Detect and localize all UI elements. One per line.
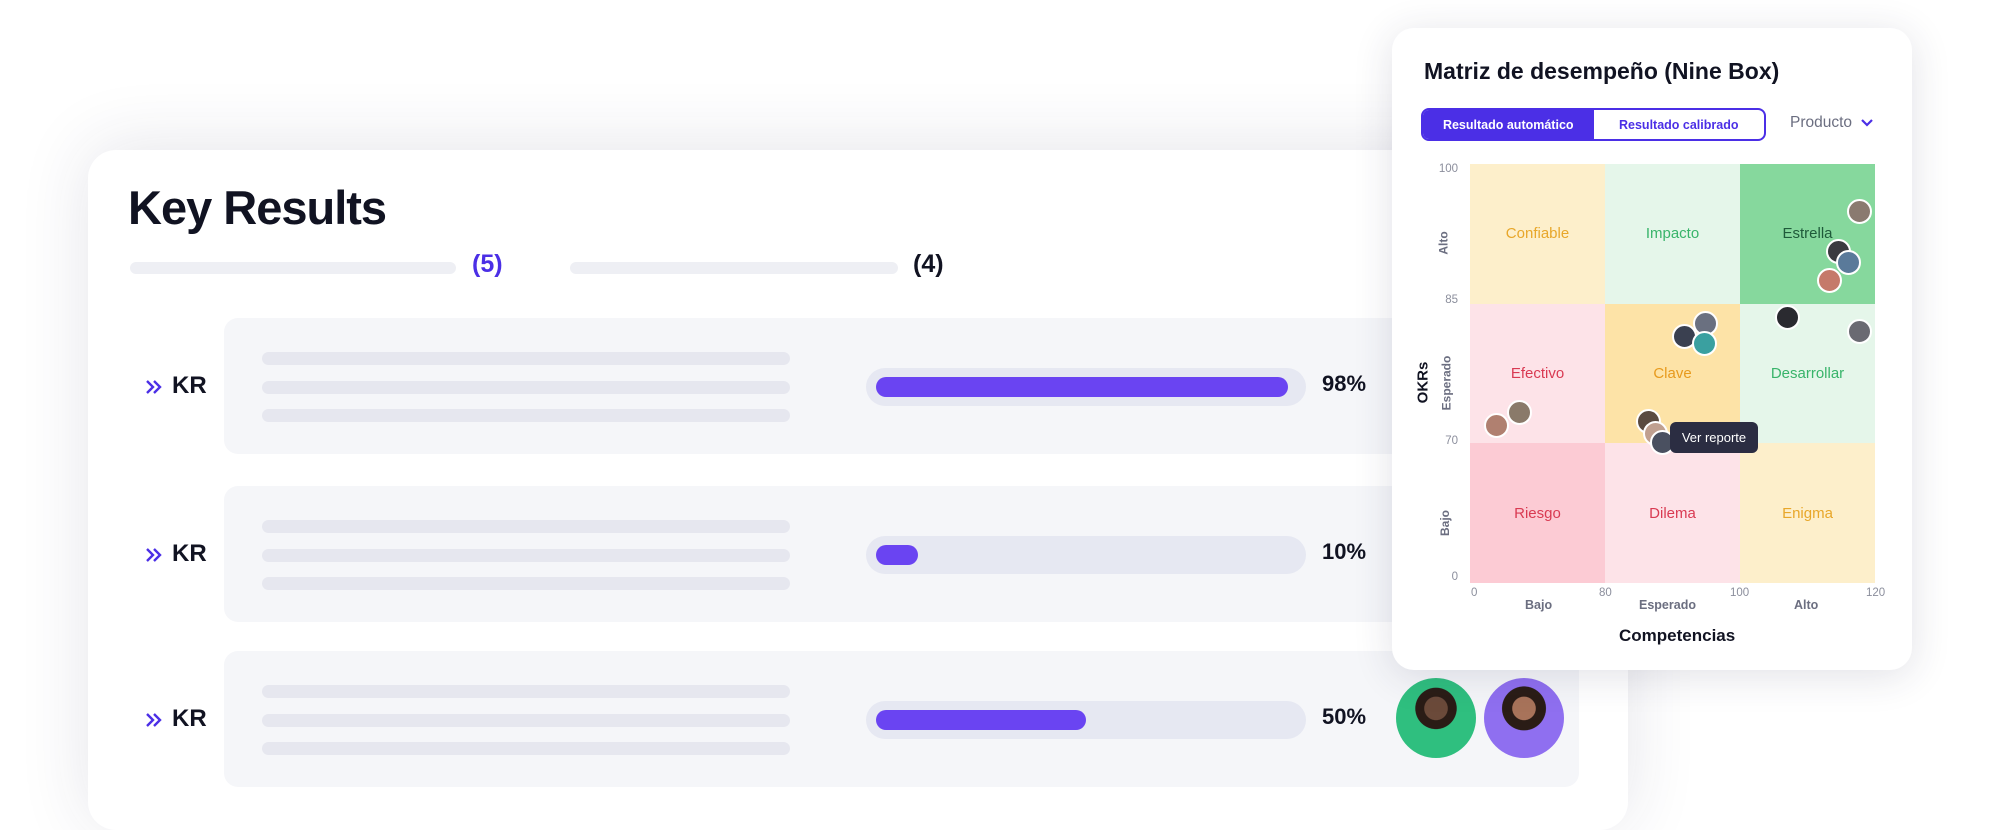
text-placeholder bbox=[262, 409, 790, 422]
kr-label-text: KR bbox=[172, 540, 207, 567]
employee-avatar[interactable] bbox=[1817, 268, 1842, 293]
page-title: Key Results bbox=[128, 181, 387, 234]
avatar[interactable] bbox=[1484, 678, 1564, 758]
nine-box-cell[interactable]: Confiable bbox=[1470, 164, 1605, 304]
x-level-label: Bajo bbox=[1525, 598, 1553, 612]
progress-percent: 98% bbox=[1322, 371, 1367, 396]
x-axis-title: Competencias bbox=[1619, 626, 1736, 645]
y-tick-label: 0 bbox=[1451, 571, 1458, 583]
employee-avatar[interactable] bbox=[1836, 250, 1861, 275]
chevrons-right-icon bbox=[146, 380, 162, 394]
nine-box-cell[interactable]: Impacto bbox=[1605, 164, 1740, 304]
employee-avatar[interactable] bbox=[1484, 413, 1509, 438]
kr-row[interactable]: 50% bbox=[224, 651, 1579, 787]
y-level-label: Esperado bbox=[1439, 355, 1454, 411]
kr-label-text: KR bbox=[172, 705, 207, 732]
kr-label[interactable]: KR bbox=[145, 540, 207, 568]
text-placeholder bbox=[262, 714, 790, 727]
nine-box-cell[interactable]: Riesgo bbox=[1470, 443, 1605, 583]
text-placeholder bbox=[262, 381, 790, 394]
progress-percent: 50% bbox=[1322, 704, 1367, 729]
chevron-down-icon bbox=[1861, 119, 1874, 127]
nine-box-grid: Confiable Impacto Estrella Efectivo Clav… bbox=[1470, 164, 1875, 583]
nine-box-cell[interactable]: Dilema bbox=[1605, 443, 1740, 583]
progress-track bbox=[866, 701, 1306, 739]
filter-tab-placeholder[interactable] bbox=[570, 262, 898, 274]
progress-fill bbox=[876, 545, 918, 565]
y-level-label: Bajo bbox=[1438, 509, 1453, 537]
nine-box-card: Matriz de desempeño (Nine Box) Resultado… bbox=[1392, 28, 1912, 670]
result-toggle: Resultado automático Resultado calibrado bbox=[1421, 108, 1766, 141]
x-level-label: Esperado bbox=[1639, 598, 1696, 612]
employee-avatar[interactable] bbox=[1692, 331, 1717, 356]
kr-label-text: KR bbox=[172, 372, 207, 399]
nine-box-cell[interactable]: Enigma bbox=[1740, 443, 1875, 583]
text-placeholder bbox=[262, 742, 790, 755]
x-level-label: Alto bbox=[1794, 598, 1819, 612]
y-tick-label: 85 bbox=[1445, 294, 1458, 306]
text-placeholder bbox=[262, 520, 790, 533]
text-placeholder bbox=[262, 352, 790, 365]
y-tick-label: 100 bbox=[1438, 163, 1458, 175]
chevrons-right-icon bbox=[146, 548, 162, 562]
tab-resultado-automatico[interactable]: Resultado automático bbox=[1423, 110, 1594, 139]
employee-avatar[interactable] bbox=[1507, 400, 1532, 425]
nine-box-title: Matriz de desempeño (Nine Box) bbox=[1424, 58, 1780, 84]
ver-reporte-tooltip[interactable]: Ver reporte bbox=[1670, 422, 1758, 453]
text-placeholder bbox=[262, 577, 790, 590]
y-level-label: Alto bbox=[1436, 231, 1451, 255]
progress-fill bbox=[876, 710, 1086, 730]
avatar[interactable] bbox=[1396, 678, 1476, 758]
progress-fill bbox=[876, 377, 1288, 397]
product-filter-label: Producto bbox=[1790, 114, 1853, 131]
filter-tab-placeholder[interactable] bbox=[130, 262, 456, 274]
text-placeholder bbox=[262, 549, 790, 562]
kr-label[interactable]: KR bbox=[145, 705, 207, 733]
tab-resultado-calibrado[interactable]: Resultado calibrado bbox=[1594, 110, 1765, 139]
employee-avatar[interactable] bbox=[1847, 199, 1872, 224]
employee-avatar[interactable] bbox=[1847, 319, 1872, 344]
x-tick-label: 80 bbox=[1599, 587, 1612, 599]
chevrons-right-icon bbox=[146, 713, 162, 727]
progress-track bbox=[866, 368, 1306, 406]
x-tick-label: 120 bbox=[1866, 587, 1886, 599]
count-badge: (4) bbox=[913, 250, 944, 278]
y-tick-label: 70 bbox=[1445, 435, 1458, 447]
text-placeholder bbox=[262, 685, 790, 698]
kr-label[interactable]: KR bbox=[145, 372, 207, 400]
progress-percent: 10% bbox=[1322, 539, 1367, 564]
count-badge: (5) bbox=[472, 250, 503, 278]
kr-row[interactable]: 10% bbox=[224, 486, 1579, 622]
x-tick-label: 0 bbox=[1471, 587, 1478, 599]
kr-row[interactable]: 98% bbox=[224, 318, 1579, 454]
progress-track bbox=[866, 536, 1306, 574]
nine-box-cell[interactable]: Estrella bbox=[1740, 164, 1875, 304]
product-filter-dropdown[interactable]: Producto bbox=[1790, 114, 1874, 132]
employee-avatar[interactable] bbox=[1775, 305, 1800, 330]
y-axis-title: OKRs bbox=[1414, 361, 1432, 404]
x-tick-label: 100 bbox=[1730, 587, 1750, 599]
